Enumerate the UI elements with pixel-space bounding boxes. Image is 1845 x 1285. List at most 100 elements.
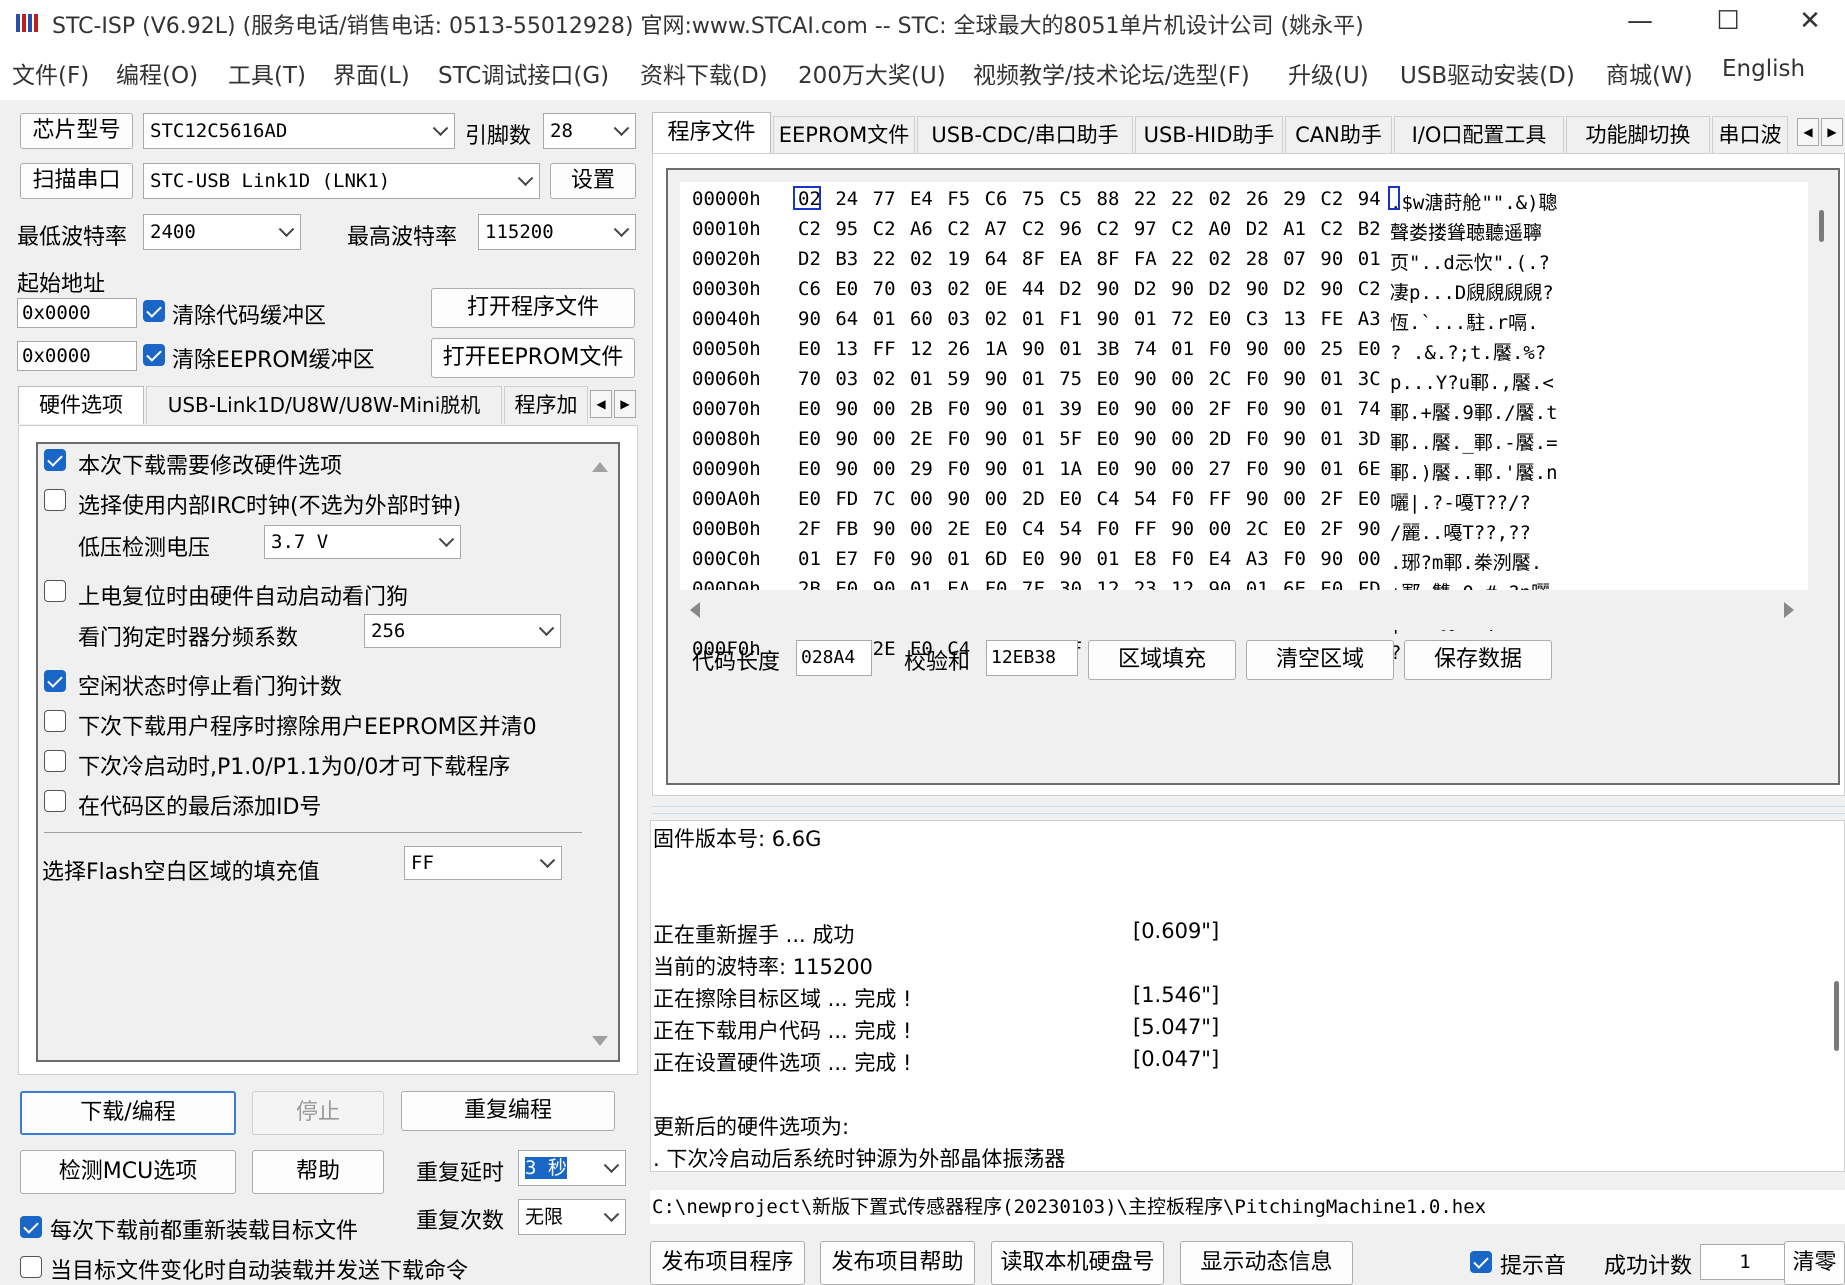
port-select[interactable]: STC-USB Link1D (LNK1): [143, 163, 540, 199]
hex-ascii[interactable]: ? .&.?;t.饜.%?: [1390, 338, 1546, 365]
panel-splitter[interactable]: [652, 806, 1845, 814]
hex-bytes[interactable]: D2 B3 22 02 19 64 8F EA 8F FA 22 02 28 0…: [798, 248, 1381, 270]
pins-select[interactable]: 28: [543, 113, 636, 149]
menu-tools[interactable]: 工具(T): [228, 56, 306, 90]
option-modify-hw-checkbox[interactable]: [44, 449, 66, 471]
scroll-up-icon[interactable]: [592, 462, 608, 472]
hex-bytes[interactable]: 02 24 77 E4 F5 C6 75 C5 88 22 22 02 26 2…: [798, 188, 1381, 210]
minimize-button[interactable]: —: [1600, 0, 1680, 44]
main-tab-scroll-left-icon[interactable]: ◀: [1797, 118, 1819, 146]
low-voltage-select[interactable]: 3.7 V: [264, 525, 461, 559]
menu-prize[interactable]: 200万大奖(U): [798, 56, 946, 90]
main-tab-scroll-right-icon[interactable]: ▶: [1821, 118, 1843, 146]
hex-bytes[interactable]: 70 03 02 01 59 90 01 75 E0 90 00 2C F0 9…: [798, 368, 1381, 390]
clear-eeprom-buffer-checkbox[interactable]: [143, 344, 165, 366]
check-mcu-options-button[interactable]: 检测MCU选项: [20, 1150, 236, 1194]
help-button[interactable]: 帮助: [252, 1150, 384, 1194]
scroll-down-icon[interactable]: [592, 1036, 608, 1046]
menu-file[interactable]: 文件(F): [12, 56, 89, 90]
menu-usb-driver[interactable]: USB驱动安装(D): [1400, 56, 1575, 90]
reload-target-checkbox[interactable]: [20, 1216, 42, 1238]
clear-code-buffer-checkbox[interactable]: [143, 300, 165, 322]
hex-ascii[interactable]: /麗..嘠T??,??: [1390, 518, 1531, 545]
repeat-delay-select[interactable]: 3 秒: [518, 1150, 626, 1186]
tab-can[interactable]: CAN助手: [1285, 116, 1392, 154]
hex-horizontal-scrollbar[interactable]: [680, 590, 1808, 630]
option-idle-stop-wdt-checkbox[interactable]: [44, 670, 66, 692]
show-dynamic-info-button[interactable]: 显示动态信息: [1180, 1241, 1353, 1285]
tab-program-file[interactable]: 程序文件: [652, 112, 771, 154]
hex-bytes[interactable]: 90 64 01 60 03 02 01 F1 90 01 72 E0 C3 1…: [798, 308, 1381, 330]
option-cold-boot-pins-checkbox[interactable]: [44, 750, 66, 772]
hex-bytes[interactable]: C6 E0 70 03 02 0E 44 D2 90 D2 90 D2 90 D…: [798, 278, 1381, 300]
hex-ascii[interactable]: p...Y?u鄆.,饜.<: [1390, 368, 1554, 395]
download-program-button[interactable]: 下载/编程: [20, 1091, 236, 1135]
clear-area-button[interactable]: 清空区域: [1246, 640, 1394, 680]
hex-bytes[interactable]: E0 90 00 2E F0 90 01 5F E0 90 00 2D F0 9…: [798, 428, 1381, 450]
option-add-id-checkbox[interactable]: [44, 790, 66, 812]
fill-area-button[interactable]: 区域填充: [1088, 640, 1236, 680]
tab-scroll-left-icon[interactable]: ◀: [590, 390, 612, 418]
menu-interface[interactable]: 界面(L): [333, 56, 410, 90]
min-baud-select[interactable]: 2400: [143, 214, 301, 250]
scan-port-button[interactable]: 扫描串口: [20, 163, 133, 199]
hex-bytes[interactable]: E0 13 FF 12 26 1A 90 01 3B 74 01 F0 90 0…: [798, 338, 1381, 360]
hex-scroll-thumb[interactable]: [1819, 210, 1824, 242]
hex-ascii[interactable]: 凄p...D覛覛覛覛?: [1390, 278, 1554, 305]
tab-scroll-right-icon[interactable]: ▶: [614, 390, 636, 418]
clear-count-button[interactable]: 清零: [1784, 1241, 1845, 1285]
tab-program-encrypt[interactable]: 程序加: [504, 386, 588, 424]
tab-pin-switch[interactable]: 功能脚切换: [1566, 116, 1710, 154]
beep-checkbox[interactable]: [1470, 1251, 1492, 1273]
menu-shop[interactable]: 商城(W): [1606, 56, 1693, 90]
settings-button[interactable]: 设置: [550, 163, 636, 199]
menu-program[interactable]: 编程(O): [116, 56, 198, 90]
menu-video[interactable]: 视频教学/技术论坛/选型(F): [973, 56, 1250, 90]
maximize-button[interactable]: ☐: [1688, 0, 1768, 44]
open-eeprom-file-button[interactable]: 打开EEPROM文件: [431, 338, 635, 378]
eeprom-start-address-input[interactable]: 0x0000: [17, 341, 137, 371]
repeat-program-button[interactable]: 重复编程: [401, 1091, 615, 1131]
watchdog-prescaler-select[interactable]: 256: [364, 614, 561, 648]
file-path-field[interactable]: C:\newproject\新版下置式传感器程序(20230103)\主控板程序…: [650, 1190, 1845, 1224]
hex-ascii[interactable]: 页"..d忈忺".(.?: [1390, 248, 1550, 275]
tab-io-config[interactable]: I/O口配置工具: [1394, 116, 1564, 154]
read-disk-id-button[interactable]: 读取本机硬盘号: [991, 1241, 1164, 1285]
tab-usb-cdc-serial[interactable]: USB-CDC/串口助手: [917, 116, 1133, 154]
tab-serial-wave[interactable]: 串口波: [1712, 116, 1788, 154]
hex-ascii[interactable]: 囇|.?-嘠T??/?: [1390, 488, 1531, 515]
hex-ascii[interactable]: 鄆..饜._鄆.-饜.=: [1390, 428, 1558, 455]
hex-bytes[interactable]: E0 90 00 29 F0 90 01 1A E0 90 00 27 F0 9…: [798, 458, 1381, 480]
hex-vertical-scrollbar[interactable]: [1812, 182, 1832, 600]
repeat-count-select[interactable]: 无限: [518, 1199, 626, 1235]
tab-usb-link-offline[interactable]: USB-Link1D/U8W/U8W-Mini脱机: [146, 386, 502, 424]
tab-hardware-options[interactable]: 硬件选项: [18, 386, 144, 424]
chip-model-select[interactable]: STC12C5616AD: [143, 113, 455, 149]
option-auto-watchdog-checkbox[interactable]: [44, 580, 66, 602]
menu-english[interactable]: English: [1722, 56, 1805, 82]
close-button[interactable]: ✕: [1775, 0, 1845, 44]
auto-load-checkbox[interactable]: [20, 1256, 42, 1278]
log-scroll-thumb[interactable]: [1834, 981, 1839, 1051]
option-internal-irc-checkbox[interactable]: [44, 489, 66, 511]
hex-bytes[interactable]: E0 FD 7C 00 90 00 2D E0 C4 54 F0 FF 90 0…: [798, 488, 1381, 510]
publish-program-button[interactable]: 发布项目程序: [650, 1241, 805, 1285]
stop-button[interactable]: 停止: [252, 1091, 384, 1135]
hex-ascii[interactable]: 鄆.+饜.9鄆./饜.t: [1390, 398, 1558, 425]
menu-downloads[interactable]: 资料下载(D): [640, 56, 768, 90]
max-baud-select[interactable]: 115200: [478, 214, 636, 250]
scroll-left-icon[interactable]: [690, 602, 700, 618]
code-start-address-input[interactable]: 0x0000: [17, 298, 137, 328]
options-scrollbar[interactable]: [582, 444, 618, 1060]
hex-ascii[interactable]: .$w溏莳舱"".&)聰: [1390, 188, 1558, 215]
hex-ascii[interactable]: 鄆.)饜..鄆.'饜.n: [1390, 458, 1558, 485]
chip-model-button[interactable]: 芯片型号: [20, 113, 133, 149]
hex-ascii[interactable]: .琊?m鄆.桊洌饜.: [1390, 548, 1542, 575]
flash-fill-select[interactable]: FF: [404, 846, 562, 880]
hex-bytes[interactable]: 01 E7 F0 90 01 6D E0 90 01 E8 F0 E4 A3 F…: [798, 548, 1381, 570]
hex-ascii[interactable]: 恆.`...駐.r嗝.: [1390, 308, 1539, 335]
hex-bytes[interactable]: E0 90 00 2B F0 90 01 39 E0 90 00 2F F0 9…: [798, 398, 1381, 420]
tab-usb-hid[interactable]: USB-HID助手: [1135, 116, 1283, 154]
output-log[interactable]: 固件版本号: 6.6G 正在重新握手 ... 成功 [0.609"] 当前的波特率: …: [650, 820, 1845, 1172]
menu-upgrade[interactable]: 升级(U): [1288, 56, 1369, 90]
